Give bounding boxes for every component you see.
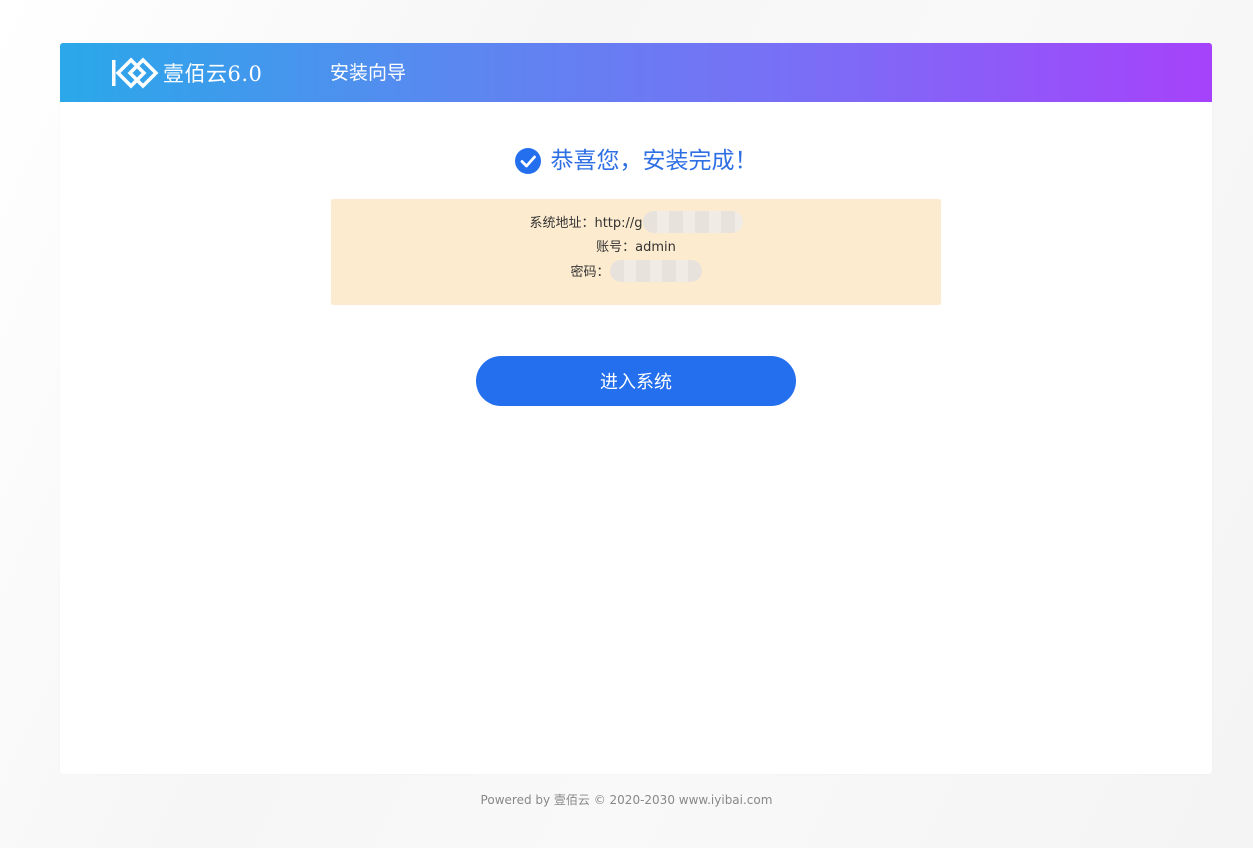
enter-system-button[interactable]: 进入系统	[476, 356, 796, 406]
system-address-label: 系统地址：	[529, 216, 595, 231]
password-label: 密码：	[570, 265, 610, 280]
account-value: admin	[635, 240, 676, 255]
logo: 壹佰云6.0	[111, 57, 262, 89]
password-line: 密码：	[331, 260, 941, 282]
success-message-row: 恭喜您，安装完成！	[60, 146, 1212, 176]
system-address-value: http://g	[594, 216, 643, 231]
success-message: 恭喜您，安装完成！	[550, 148, 758, 174]
account-line: 账号：admin	[331, 239, 941, 257]
header-bar: 壹佰云6.0 安装向导	[60, 43, 1212, 102]
header-title: 安装向导	[330, 62, 407, 84]
install-info-box: 系统地址：http://g 账号：admin 密码：	[331, 199, 941, 305]
redacted-address	[642, 211, 743, 233]
system-address-line: 系统地址：http://g	[331, 211, 941, 233]
footer: Powered by 壹佰云 © 2020-2030 www.iyibai.co…	[480, 793, 773, 807]
logo-icon	[112, 57, 159, 89]
logo-text: 壹佰云6.0	[163, 62, 263, 86]
install-card: 壹佰云6.0 安装向导 恭喜您，安装完成！ 系统地址：http://g 账号：a…	[60, 43, 1212, 774]
account-label: 账号：	[596, 240, 636, 255]
redacted-password	[609, 260, 702, 282]
check-circle-icon	[514, 148, 541, 174]
